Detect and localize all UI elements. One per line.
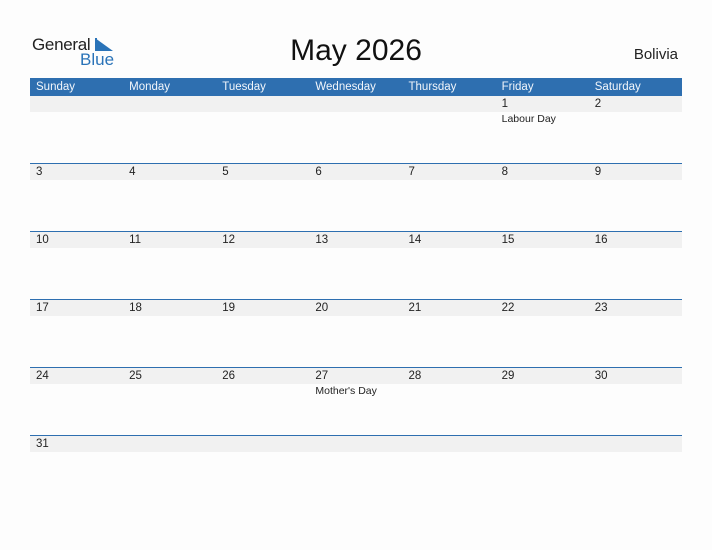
calendar-grid: Sunday Monday Tuesday Wednesday Thursday… [30,78,682,503]
weekday-wednesday: Wednesday [315,81,376,93]
week-row: 3 4 5 6 7 8 9 [30,163,682,231]
day-number: 30 [594,370,608,382]
day-number: 9 [594,166,602,178]
country-label: Bolivia [633,46,678,63]
holiday-label [589,384,682,398]
date-strip: 12 [30,96,682,112]
weekday-thursday: Thursday [408,81,457,93]
events-row: Labour Day [30,112,682,126]
date-strip: 3 4 5 6 7 8 9 [30,164,682,180]
day-number: 10 [36,234,49,246]
day-number [309,436,402,452]
day-number: 8 [501,166,509,178]
day-number: 15 [501,234,515,246]
day-number: 5 [222,166,229,178]
day-number [216,436,309,452]
day-number: 22 [501,302,515,314]
holiday-label [123,112,216,126]
day-number: 16 [594,234,608,246]
holiday-label [216,384,309,398]
day-number: 3 [36,166,43,178]
day-number: 17 [36,302,49,314]
date-strip: 10 11 12 13 14 15 16 [30,232,682,248]
day-number [30,96,123,112]
date-strip: 31 [30,436,682,452]
day-number: 19 [222,302,236,314]
week-row: 10 11 12 13 14 15 16 [30,231,682,299]
day-number: 4 [129,166,136,178]
weekday-saturday: Saturday [594,81,641,93]
holiday-label [309,112,402,126]
day-number: 21 [408,302,422,314]
day-number: 1 [501,98,509,110]
weekday-monday: Monday [129,81,171,93]
week-row: 17 18 19 20 21 22 23 [30,299,682,367]
day-number: 26 [222,370,236,382]
week-row: 24 25 26 27 28 29 30 Mother's Day [30,367,682,435]
holiday-label [589,112,682,126]
holiday-label [216,112,309,126]
week-row: 1 2 Labour Day [30,96,682,163]
holiday-label [123,384,216,398]
day-number: 31 [36,438,49,450]
day-number: 20 [315,302,329,314]
day-number [403,436,496,452]
day-number [309,96,402,112]
day-number: 25 [129,370,142,382]
day-number: 2 [594,98,602,110]
holiday-label [30,112,123,126]
weekday-sunday: Sunday [36,81,76,93]
day-number [589,436,682,452]
holiday-label [403,112,496,126]
page-title: May 2026 [290,34,422,67]
date-strip: 17 18 19 20 21 22 23 [30,300,682,316]
day-number: 13 [315,234,329,246]
day-number: 18 [129,302,142,314]
day-number: 29 [501,370,515,382]
date-strip: 24 25 26 27 28 29 30 [30,368,682,384]
day-number [403,96,496,112]
day-number: 28 [408,370,422,382]
day-number [216,96,309,112]
day-number [123,436,216,452]
week-row: 31 [30,435,682,503]
day-number [496,436,589,452]
weekday-friday: Friday [501,81,534,93]
day-number: 14 [408,234,422,246]
weekday-header: Sunday Monday Tuesday Wednesday Thursday… [30,78,682,96]
day-number: 27 [315,370,329,382]
day-number: 24 [36,370,49,382]
day-number: 23 [594,302,608,314]
holiday-label [30,384,123,398]
holiday-label [496,384,589,398]
holiday-label: Mother's Day [315,385,377,397]
day-number: 6 [315,166,322,178]
holiday-label [403,384,496,398]
events-row: Mother's Day [30,384,682,398]
day-number: 11 [129,234,142,246]
weekday-tuesday: Tuesday [222,81,266,93]
day-number: 12 [222,234,236,246]
day-number: 7 [408,166,415,178]
day-number [123,96,216,112]
holiday-label: Labour Day [501,113,556,125]
